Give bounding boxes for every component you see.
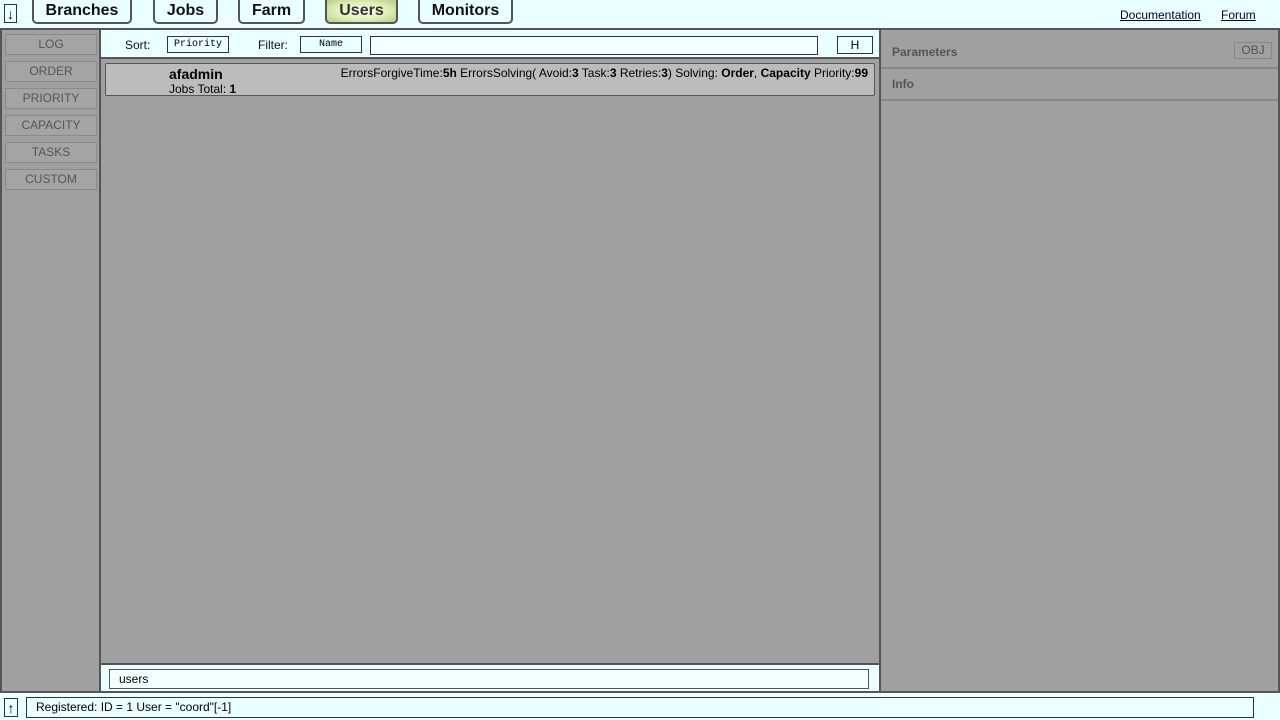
sort-field-button[interactable]: Priority: [167, 36, 229, 53]
errors-forgive-time-value: 5h: [442, 66, 457, 80]
sidebar: LOG ORDER PRIORITY CAPACITY TASKS CUSTOM: [0, 30, 101, 691]
info-section[interactable]: Info: [881, 69, 1278, 101]
sidebar-item-log[interactable]: LOG: [5, 34, 97, 55]
top-header: ↓ Branches Jobs Farm Users Monitors Docu…: [0, 0, 1280, 30]
nav-users-button[interactable]: Users: [325, 0, 398, 24]
documentation-link[interactable]: Documentation: [1120, 8, 1201, 22]
obj-button[interactable]: OBJ: [1234, 42, 1272, 59]
command-input[interactable]: users: [109, 669, 869, 689]
jobs-total-label: Jobs Total:: [169, 82, 227, 96]
user-list: afadmin Jobs Total: 1 ErrorsForgiveTime:…: [101, 59, 879, 663]
errors-forgive-time-label: ErrorsForgiveTime:: [340, 66, 443, 80]
main-panel: Sort: Priority Filter: Name H afadmin Jo…: [101, 30, 879, 691]
sidebar-item-tasks[interactable]: TASKS: [5, 142, 97, 163]
nav-branches-button[interactable]: Branches: [32, 0, 132, 24]
status-message: Registered: ID = 1 User = "coord"[-1]: [26, 697, 1254, 718]
errors-retries-value: 3: [661, 66, 668, 80]
filter-label: Filter:: [258, 38, 288, 52]
filter-input[interactable]: [370, 36, 818, 55]
errors-avoid-value: 3: [572, 66, 579, 80]
solving-capacity-value: Capacity: [760, 66, 811, 80]
errors-task-value: 3: [609, 66, 617, 80]
sidebar-item-custom[interactable]: CUSTOM: [5, 169, 97, 190]
errors-solving-label: ErrorsSolving( Avoid:: [456, 66, 572, 80]
sidebar-item-priority[interactable]: PRIORITY: [5, 88, 97, 109]
solving-separator: ,: [753, 66, 761, 80]
collapse-header-icon[interactable]: ↓: [4, 4, 17, 23]
info-title: Info: [892, 77, 914, 91]
status-bar: ↑ Registered: ID = 1 User = "coord"[-1]: [0, 691, 1280, 720]
parameters-section[interactable]: Parameters OBJ: [881, 37, 1278, 69]
forum-link[interactable]: Forum: [1221, 8, 1256, 22]
errors-retries-label: Retries:: [616, 66, 662, 80]
parameters-title: Parameters: [892, 45, 958, 59]
user-jobs-total: Jobs Total: 1: [169, 82, 236, 96]
solving-order-value: Order: [721, 66, 754, 80]
sidebar-item-capacity[interactable]: CAPACITY: [5, 115, 97, 136]
details-panel: Parameters OBJ Info: [879, 30, 1280, 691]
list-item[interactable]: afadmin Jobs Total: 1 ErrorsForgiveTime:…: [105, 63, 875, 96]
errors-task-label: Task:: [578, 66, 610, 80]
command-bar: users: [101, 663, 879, 691]
expand-log-icon[interactable]: ↑: [4, 698, 18, 717]
hide-filter-button[interactable]: H: [837, 36, 873, 54]
priority-label: Priority:: [810, 66, 855, 80]
list-controls: Sort: Priority Filter: Name H: [101, 30, 879, 59]
nav-monitors-button[interactable]: Monitors: [418, 0, 513, 24]
nav-jobs-button[interactable]: Jobs: [153, 0, 218, 24]
nav-farm-button[interactable]: Farm: [238, 0, 305, 24]
user-name: afadmin: [169, 66, 223, 82]
sidebar-item-order[interactable]: ORDER: [5, 61, 97, 82]
user-properties: ErrorsForgiveTime:5h ErrorsSolving( Avoi…: [341, 66, 868, 80]
filter-field-button[interactable]: Name: [300, 36, 362, 53]
priority-value: 99: [854, 66, 868, 80]
jobs-total-value: 1: [229, 82, 237, 96]
sort-label: Sort:: [125, 38, 151, 52]
solving-label: ) Solving:: [667, 66, 722, 80]
